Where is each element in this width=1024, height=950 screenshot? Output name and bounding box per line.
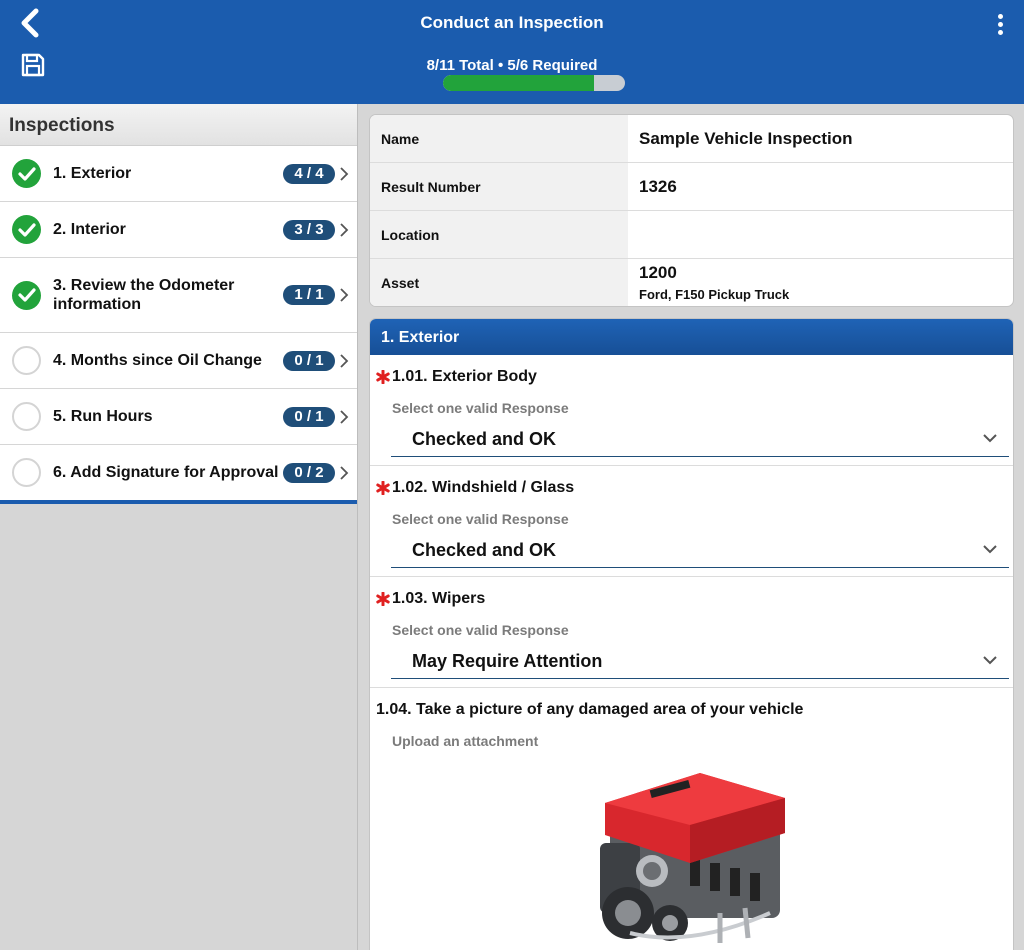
question-damage-photo: 1.04. Take a picture of any damaged area… — [370, 688, 1013, 950]
sidebar-item-label: 1. Exterior — [53, 165, 132, 182]
response-select[interactable]: Checked and OK — [391, 419, 1009, 457]
chevron-right-icon — [340, 222, 349, 237]
chevron-right-icon — [340, 166, 349, 181]
response-select[interactable]: Checked and OK — [391, 530, 1009, 568]
count-badge: 1 / 1 — [283, 285, 335, 305]
question-windshield-glass: 1.02. Windshield / Glass Select one vali… — [370, 466, 1013, 577]
count-badge: 0 / 1 — [283, 350, 335, 371]
app-header: Conduct an Inspection 8/11 Total • 5/6 R… — [0, 0, 1024, 104]
count-badge: 0 / 2 — [283, 462, 335, 483]
question-hint: Select one valid Response — [392, 511, 569, 527]
inspection-info-card: Name Sample Vehicle Inspection Result Nu… — [369, 114, 1014, 307]
sidebar-item-label: 3. Review the Odometer information — [53, 277, 235, 313]
chevron-down-icon — [983, 434, 997, 443]
question-title: 1.02. Windshield / Glass — [392, 479, 575, 496]
info-label: Name — [370, 115, 628, 162]
info-label: Location — [370, 211, 628, 258]
sidebar-item-label: 6. Add Signature for Approval — [53, 464, 279, 481]
count-badge: 4 / 4 — [283, 163, 335, 184]
check-circle-icon — [12, 159, 41, 188]
sidebar-item-signature[interactable]: 6. Add Signature for Approval 0 / 2 — [0, 445, 357, 500]
progress-bar — [443, 75, 625, 91]
asset-detail: Ford, F150 Pickup Truck — [639, 287, 790, 302]
question-hint: Select one valid Response — [392, 400, 569, 416]
check-circle-icon — [12, 280, 41, 310]
question-title: 1.04. Take a picture of any damaged area… — [376, 701, 804, 718]
empty-circle-icon — [12, 346, 41, 375]
sidebar-item-label: 2. Interior — [53, 221, 126, 238]
chevron-right-icon — [340, 465, 349, 480]
empty-circle-icon — [12, 402, 41, 431]
question-title: 1.01. Exterior Body — [392, 368, 537, 385]
asterisk-icon — [376, 592, 390, 606]
selected-response: Checked and OK — [412, 429, 557, 449]
info-label: Result Number — [370, 163, 628, 210]
count-badge: 0 / 1 — [283, 406, 335, 427]
asterisk-icon — [376, 481, 390, 495]
asset-number: 1200 — [639, 263, 677, 282]
section-title: 1. Exterior — [370, 319, 1013, 355]
selected-response: Checked and OK — [412, 540, 557, 560]
inspection-list: Inspections 1. Exterior 4 / 4 2. Interio… — [0, 104, 357, 504]
progress-summary: 8/11 Total • 5/6 Required — [426, 57, 598, 74]
check-circle-icon — [12, 215, 41, 244]
chevron-right-icon — [340, 409, 349, 424]
question-hint: Select one valid Response — [392, 622, 569, 638]
sidebar-item-label: 4. Months since Oil Change — [53, 352, 262, 369]
chevron-down-icon — [983, 656, 997, 665]
sidebar-item-interior[interactable]: 2. Interior 3 / 3 — [0, 202, 357, 258]
sidebar-item-run-hours[interactable]: 5. Run Hours 0 / 1 — [0, 389, 357, 445]
response-select[interactable]: May Require Attention — [391, 641, 1009, 679]
info-row-asset: Asset 1200 Ford, F150 Pickup Truck — [370, 259, 1013, 306]
exterior-section: 1. Exterior 1.01. Exterior Body Select o… — [369, 318, 1014, 950]
engine-attachment-image[interactable] — [570, 763, 810, 950]
question-title: 1.03. Wipers — [392, 590, 486, 607]
chevron-right-icon — [340, 353, 349, 368]
sidebar-item-oil-change[interactable]: 4. Months since Oil Change 0 / 1 — [0, 333, 357, 389]
count-badge: 3 / 3 — [283, 219, 335, 240]
main-content: Name Sample Vehicle Inspection Result Nu… — [359, 104, 1024, 950]
info-label: Asset — [370, 259, 628, 306]
question-hint: Upload an attachment — [392, 733, 539, 749]
chevron-down-icon — [983, 545, 997, 554]
info-row-name: Name Sample Vehicle Inspection — [370, 115, 1013, 163]
asterisk-icon — [376, 370, 390, 384]
empty-circle-icon — [12, 458, 41, 487]
result-number: 1326 — [639, 176, 677, 196]
question-wipers: 1.03. Wipers Select one valid Response M… — [370, 577, 1013, 688]
sidebar: Inspections 1. Exterior 4 / 4 2. Interio… — [0, 104, 358, 950]
question-exterior-body: 1.01. Exterior Body Select one valid Res… — [370, 355, 1013, 466]
inspection-name: Sample Vehicle Inspection — [639, 128, 853, 148]
progress-bar-fill — [443, 75, 595, 91]
info-row-location: Location — [370, 211, 1013, 259]
info-row-result-number: Result Number 1326 — [370, 163, 1013, 211]
sidebar-heading: Inspections — [0, 104, 357, 146]
sidebar-item-exterior[interactable]: 1. Exterior 4 / 4 — [0, 146, 357, 202]
page-title: Conduct an Inspection — [420, 13, 604, 32]
selected-response: May Require Attention — [412, 651, 603, 671]
chevron-right-icon — [340, 288, 349, 302]
sidebar-item-label: 5. Run Hours — [53, 408, 153, 425]
kebab-menu-icon[interactable] — [990, 8, 1010, 40]
sidebar-item-odometer[interactable]: 3. Review the Odometer information 1 / 1 — [0, 258, 357, 333]
